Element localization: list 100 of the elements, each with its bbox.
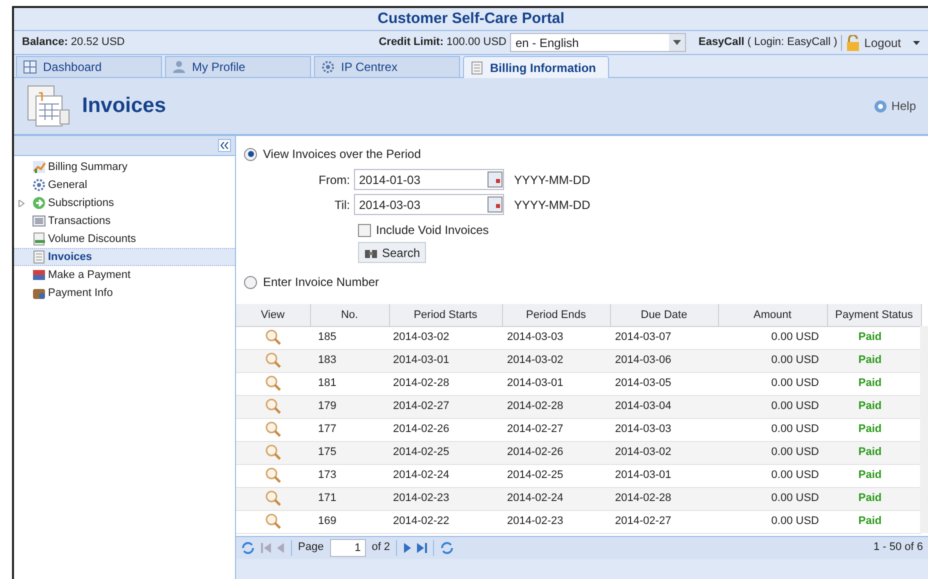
tab[interactable]: Billing Information xyxy=(463,56,609,78)
language-select[interactable]: en - English xyxy=(510,33,686,52)
search-icon[interactable] xyxy=(265,329,281,346)
search-icon[interactable] xyxy=(265,513,281,530)
table-cell: 181 xyxy=(310,372,389,395)
status-cell: Paid xyxy=(827,441,921,464)
search-icon[interactable] xyxy=(265,490,281,506)
user-text: EasyCall ( Login: EasyCall ) xyxy=(698,35,838,50)
table-cell: 2014-02-24 xyxy=(502,487,610,510)
table-cell: 2014-02-23 xyxy=(502,510,610,533)
table-cell: 2014-03-02 xyxy=(389,326,502,349)
table-cell: 2014-02-28 xyxy=(610,487,718,510)
search-icon[interactable] xyxy=(265,352,281,368)
table-cell: 2014-02-26 xyxy=(502,441,610,464)
table-cell: 2014-03-07 xyxy=(610,326,718,349)
credit-limit-text: Credit Limit: 100.00 USD xyxy=(378,35,506,50)
radio-button[interactable] xyxy=(244,148,257,160)
table-cell: 2014-02-24 xyxy=(389,464,502,487)
sidebar-item[interactable]: Make a Payment xyxy=(14,266,235,284)
date-format-hint: YYYY-MM-DD xyxy=(514,196,590,214)
column-header[interactable]: No. xyxy=(310,304,389,326)
previous-page-icon[interactable] xyxy=(277,542,285,552)
table-cell: 173 xyxy=(310,464,389,487)
calendar-icon xyxy=(487,195,503,214)
date-format-hint: YYYY-MM-DD xyxy=(514,172,590,188)
next-page-icon[interactable] xyxy=(403,542,412,552)
column-header[interactable]: Amount xyxy=(718,304,827,326)
calendar-icon xyxy=(487,170,503,189)
column-header[interactable]: Period Starts xyxy=(389,304,502,326)
invoice-documents-icon xyxy=(26,84,70,128)
logout-button[interactable]: Logout xyxy=(846,34,920,52)
sidebar-item[interactable]: Subscriptions xyxy=(14,194,235,212)
page-number-field[interactable]: 1 xyxy=(330,538,366,556)
search-icon[interactable] xyxy=(265,444,281,460)
table-cell: 2014-02-27 xyxy=(502,418,610,441)
search-icon[interactable] xyxy=(265,421,281,438)
table-cell: 2014-02-25 xyxy=(389,441,502,464)
help-icon xyxy=(874,100,888,112)
status-cell: Paid xyxy=(827,510,921,533)
balance-text: Balance: 20.52 USD xyxy=(22,35,125,50)
double-chevron-icon xyxy=(220,142,229,149)
sidebar-item[interactable]: Payment Info xyxy=(14,284,235,302)
tab[interactable]: IP Centrex xyxy=(314,56,460,77)
refresh-icon[interactable] xyxy=(440,540,454,554)
date-field[interactable]: 2014-01-03 xyxy=(354,169,504,190)
sidebar-item[interactable]: General xyxy=(14,176,235,194)
status-cell: Paid xyxy=(827,464,921,487)
status-cell: Paid xyxy=(827,349,921,372)
record-range-text: 1 - 50 of 6 xyxy=(873,540,923,556)
table-cell: 179 xyxy=(310,395,389,418)
tab[interactable]: Dashboard xyxy=(16,56,162,77)
table-cell: 2014-02-23 xyxy=(389,487,502,510)
search-button[interactable]: Search xyxy=(358,242,426,263)
column-header[interactable]: Due Date xyxy=(610,304,718,326)
table-cell: 183 xyxy=(310,349,389,372)
sidebar-item[interactable]: Invoices xyxy=(14,248,235,266)
table-cell: 2014-03-02 xyxy=(610,441,718,464)
expand-triangle-icon[interactable] xyxy=(18,200,25,206)
table-cell: 2014-03-03 xyxy=(502,326,610,349)
person-icon xyxy=(172,60,186,74)
status-cell: Paid xyxy=(827,372,921,395)
table-cell: 2014-03-06 xyxy=(610,349,718,372)
scrollbar[interactable] xyxy=(920,326,928,533)
table-cell: 2014-02-28 xyxy=(389,372,502,395)
radio-label: View Invoices over the Period xyxy=(263,146,421,163)
document-icon xyxy=(32,232,46,246)
table-cell: 0.00 USD xyxy=(718,372,827,395)
checkbox-label: Include Void Invoices xyxy=(376,222,489,239)
tab[interactable]: My Profile xyxy=(165,56,311,77)
column-header[interactable]: Payment Status xyxy=(827,304,921,326)
table-cell: 2014-02-22 xyxy=(389,510,502,533)
portal-title: Customer Self-Care Portal xyxy=(378,8,564,29)
sidebar-item[interactable]: Transactions xyxy=(14,212,235,230)
search-icon[interactable] xyxy=(265,467,281,484)
checkbox[interactable] xyxy=(358,224,371,236)
help-button[interactable]: Help xyxy=(874,97,916,115)
table-cell: 2014-02-27 xyxy=(389,395,502,418)
refresh-icon[interactable] xyxy=(241,540,255,554)
sidebar-item[interactable]: Billing Summary xyxy=(14,158,235,176)
first-page-icon[interactable] xyxy=(261,542,271,552)
table-cell: 0.00 USD xyxy=(718,395,827,418)
document-icon xyxy=(32,250,46,264)
table-cell: 171 xyxy=(310,487,389,510)
last-page-icon[interactable] xyxy=(417,542,428,552)
table-cell: 0.00 USD xyxy=(718,487,827,510)
credit-card-icon xyxy=(32,268,46,282)
wallet-icon xyxy=(32,286,46,300)
search-icon[interactable] xyxy=(265,375,281,392)
search-icon[interactable] xyxy=(265,398,281,414)
column-header[interactable]: Period Ends xyxy=(502,304,610,326)
date-field[interactable]: 2014-03-03 xyxy=(354,194,504,215)
radio-button[interactable] xyxy=(244,276,257,288)
column-header[interactable]: View xyxy=(236,304,310,326)
sidebar-item[interactable]: Volume Discounts xyxy=(14,230,235,248)
table-cell: 2014-03-01 xyxy=(502,372,610,395)
table-cell: 177 xyxy=(310,418,389,441)
gear-icon xyxy=(321,60,335,74)
collapse-button[interactable] xyxy=(218,139,231,152)
status-cell: Paid xyxy=(827,326,921,349)
dashboard-icon xyxy=(23,60,37,74)
